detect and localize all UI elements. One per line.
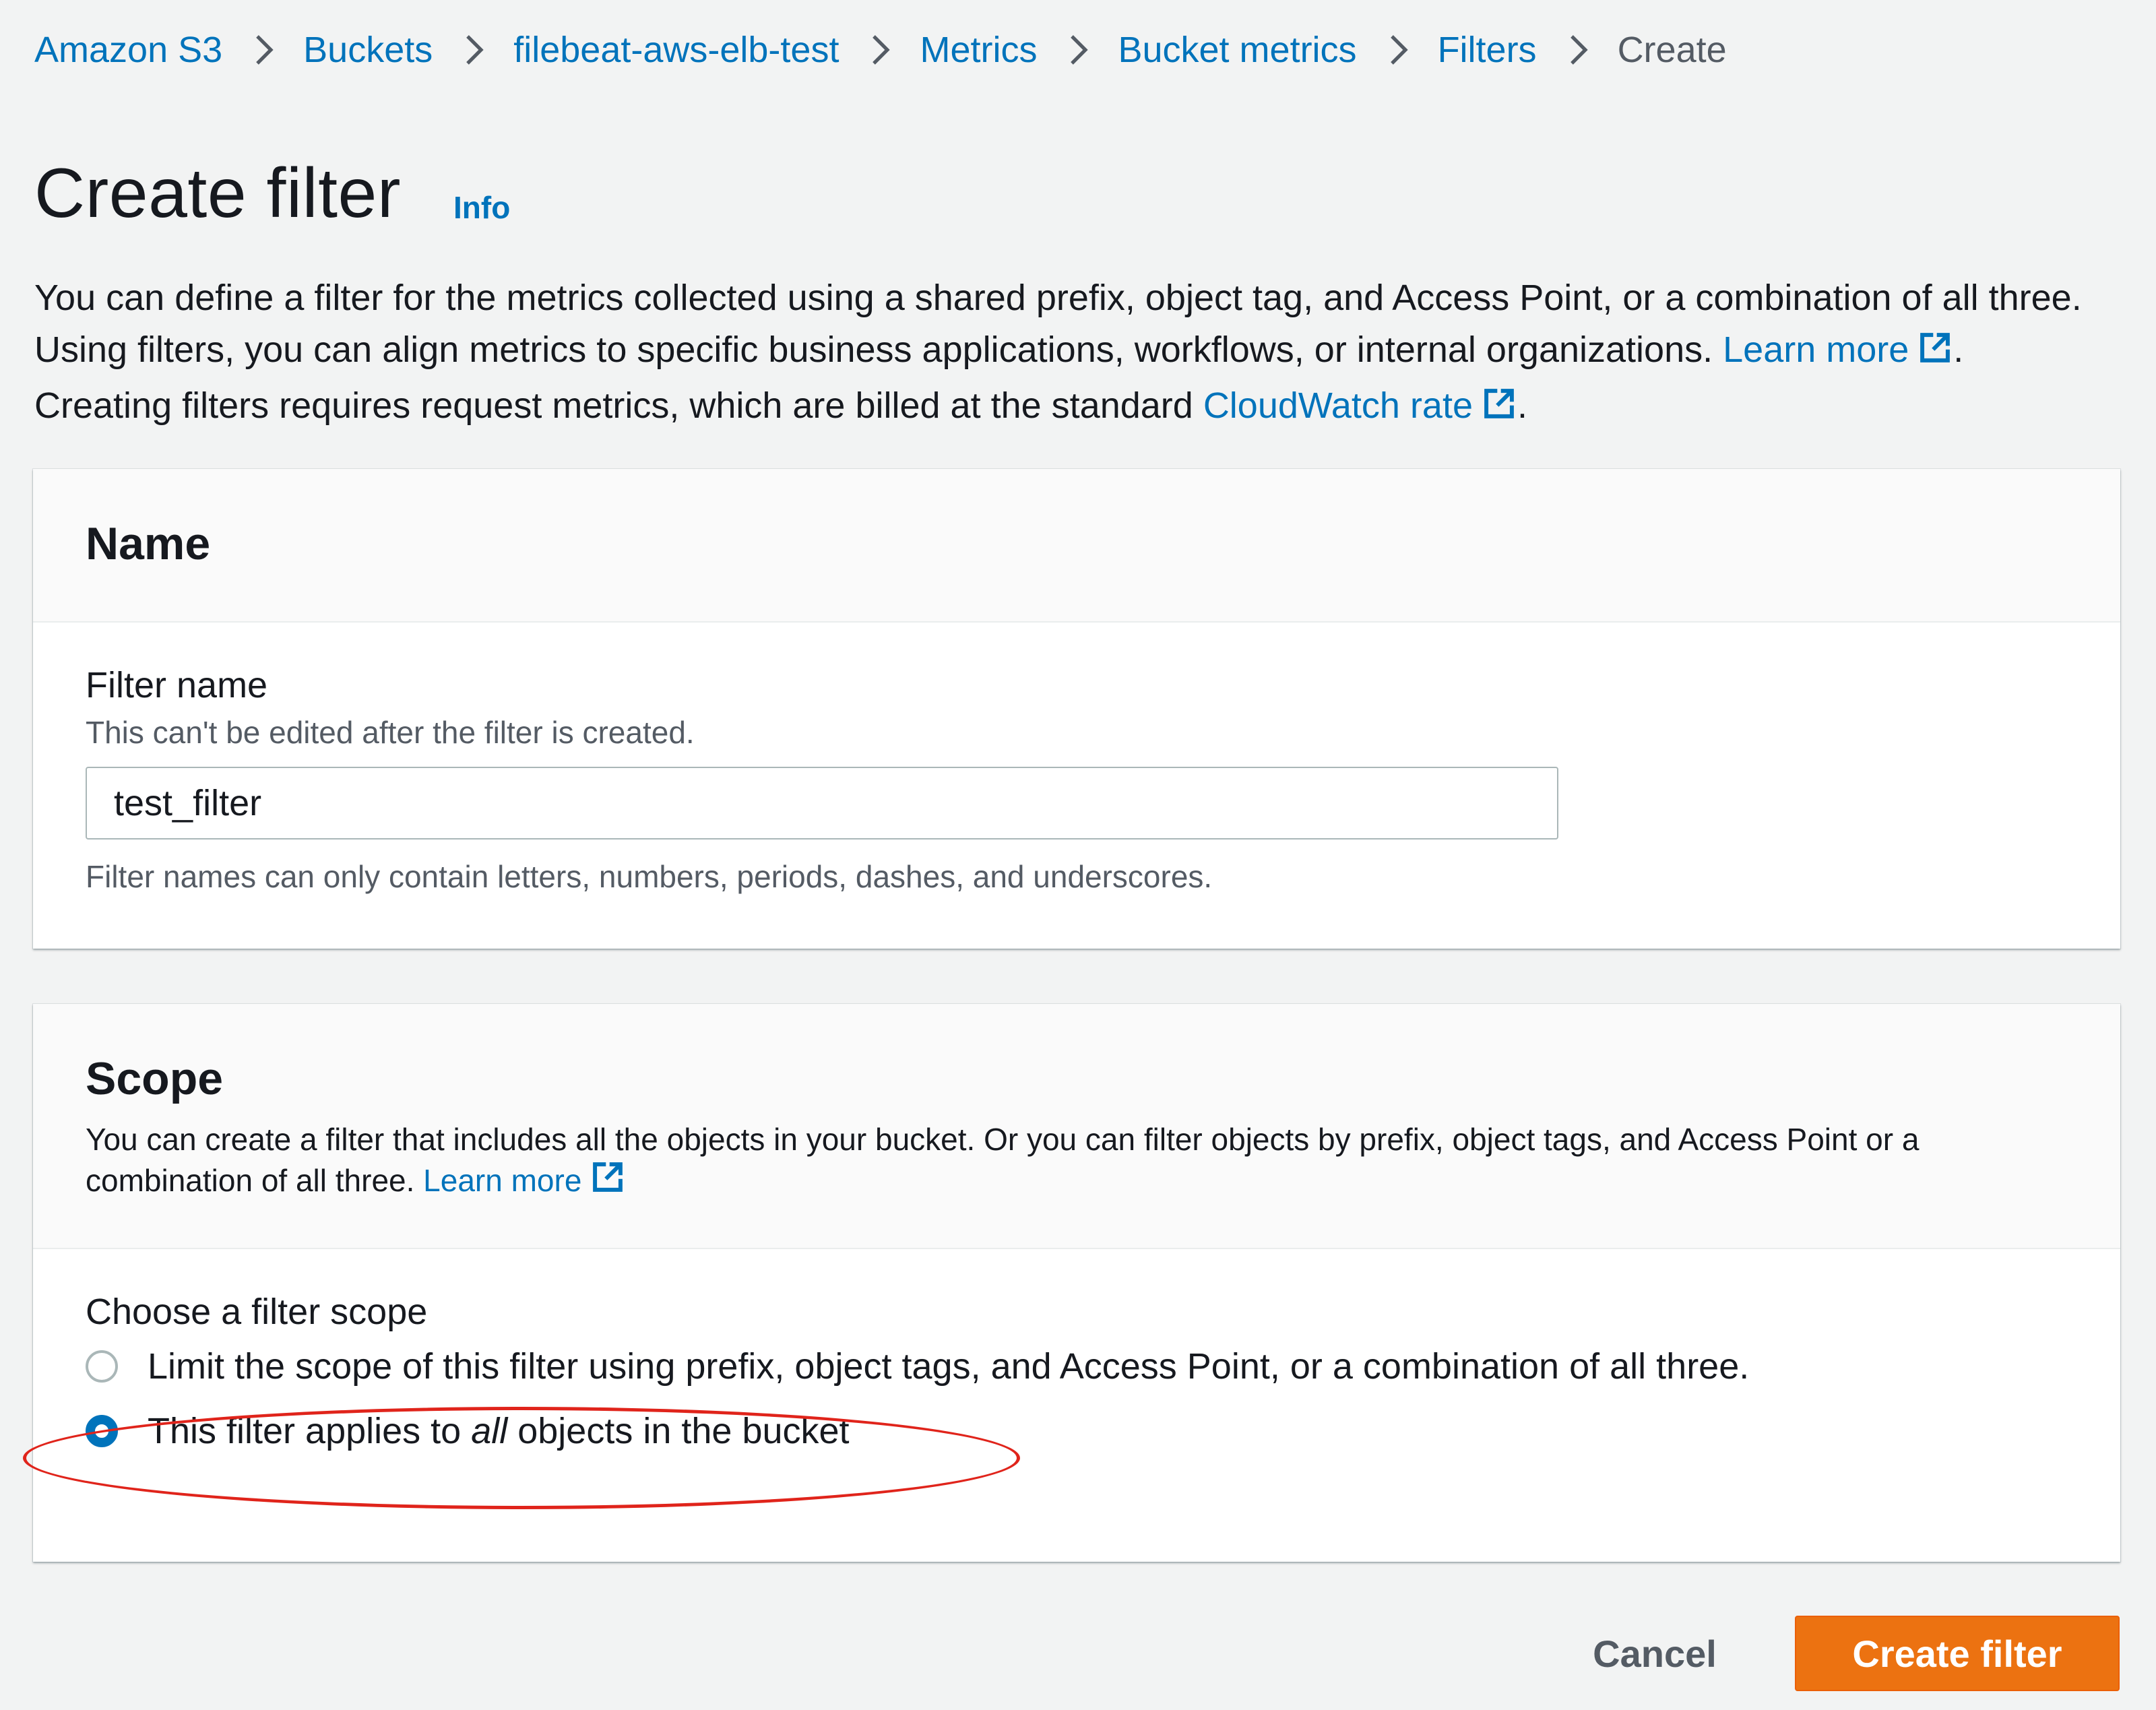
breadcrumb-amazon-s3[interactable]: Amazon S3 <box>34 29 222 71</box>
scope-panel: Scope You can create a filter that inclu… <box>33 1004 2120 1562</box>
breadcrumb-bucket-metrics[interactable]: Bucket metrics <box>1118 29 1356 71</box>
cloudwatch-rate-link-label: CloudWatch rate <box>1203 385 1473 426</box>
scope-description-text: You can create a filter that includes al… <box>86 1122 1920 1198</box>
breadcrumb-filters[interactable]: Filters <box>1438 29 1537 71</box>
breadcrumb-create: Create <box>1617 30 1727 70</box>
scope-panel-title: Scope <box>86 1053 224 1104</box>
breadcrumb-bucket-name[interactable]: filebeat-aws-elb-test <box>513 29 839 71</box>
external-link-icon <box>1481 384 1517 436</box>
page-description: You can define a filter for the metrics … <box>34 272 2096 436</box>
info-link[interactable]: Info <box>453 186 510 229</box>
create-filter-button[interactable]: Create filter <box>1795 1616 2120 1691</box>
chevron-right-icon <box>464 34 485 66</box>
page-title: Create filter <box>34 154 402 232</box>
chevron-right-icon <box>1388 34 1409 66</box>
breadcrumb: Amazon S3 Buckets filebeat-aws-elb-test … <box>34 26 1727 74</box>
external-link-icon <box>590 1159 626 1204</box>
scope-learn-more-link[interactable]: Learn more <box>423 1162 626 1198</box>
chevron-right-icon <box>253 34 275 66</box>
name-panel-header: Name <box>33 469 2120 623</box>
scope-option-limit[interactable]: Limit the scope of this filter using pre… <box>86 1339 1749 1393</box>
scope-option-all-text-1: This filter applies to <box>148 1411 472 1451</box>
scope-option-all-text-2: objects in the bucket <box>507 1411 850 1451</box>
external-link-icon <box>1917 328 1953 380</box>
scope-panel-header: Scope You can create a filter that inclu… <box>33 1004 2120 1249</box>
radio-unchecked[interactable] <box>86 1350 118 1383</box>
filter-scope-label: Choose a filter scope <box>86 1292 428 1332</box>
name-panel: Name Filter name This can't be edited af… <box>33 469 2120 949</box>
chevron-right-icon <box>1568 34 1589 66</box>
learn-more-link[interactable]: Learn more <box>1723 329 1953 370</box>
filter-name-label: Filter name <box>86 665 268 705</box>
scope-option-all-label: This filter applies to all objects in th… <box>148 1410 850 1452</box>
breadcrumb-metrics[interactable]: Metrics <box>920 29 1037 71</box>
chevron-right-icon <box>870 34 891 66</box>
radio-checked[interactable] <box>86 1415 118 1447</box>
filter-name-constraint: Filter names can only contain letters, n… <box>86 859 1213 894</box>
name-panel-title: Name <box>86 518 211 569</box>
learn-more-link-label: Learn more <box>1723 329 1909 370</box>
cloudwatch-rate-link[interactable]: CloudWatch rate <box>1203 385 1517 426</box>
chevron-right-icon <box>1068 34 1089 66</box>
breadcrumb-buckets[interactable]: Buckets <box>303 29 433 71</box>
scope-option-all[interactable]: This filter applies to all objects in th… <box>86 1404 850 1458</box>
filter-name-hint: This can't be edited after the filter is… <box>86 715 695 750</box>
scope-panel-description: You can create a filter that includes al… <box>86 1120 2066 1204</box>
scope-learn-more-label: Learn more <box>423 1163 582 1198</box>
scope-option-limit-label: Limit the scope of this filter using pre… <box>148 1346 1750 1387</box>
intro-text-3: . <box>1517 385 1528 426</box>
scope-option-all-emphasis: all <box>471 1411 508 1451</box>
cancel-button[interactable]: Cancel <box>1577 1616 1733 1691</box>
filter-name-input[interactable] <box>86 767 1558 840</box>
